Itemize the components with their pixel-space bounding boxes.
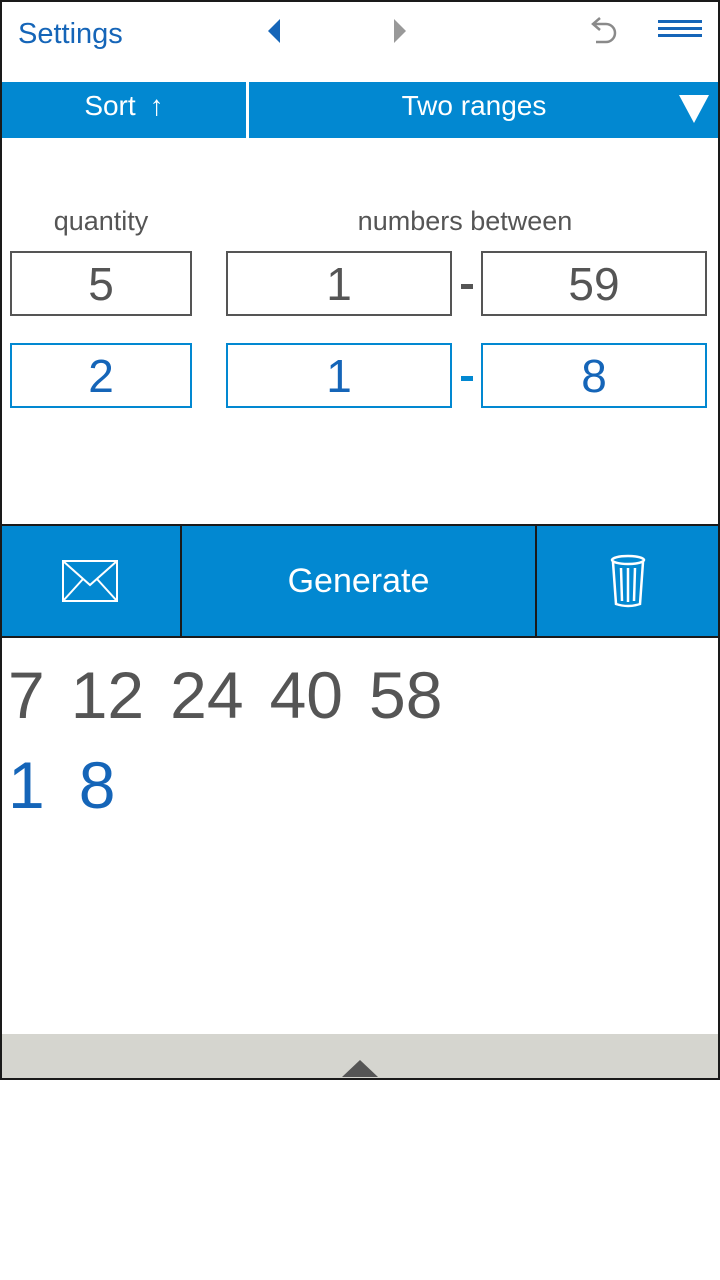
results-area: 7 12 24 40 58 1 8: [8, 654, 708, 826]
result-number: 58: [368, 658, 443, 732]
next-arrow-icon[interactable]: [390, 16, 410, 46]
generate-button[interactable]: Generate: [180, 526, 537, 636]
range-dash-1: [461, 284, 473, 289]
email-button[interactable]: [2, 526, 178, 636]
range-from-field-1[interactable]: 1: [226, 251, 452, 316]
range-to-field-1[interactable]: 59: [481, 251, 707, 316]
action-bar: Generate: [2, 524, 718, 638]
clear-button[interactable]: [537, 526, 718, 636]
sort-label: Sort: [84, 90, 136, 121]
dropdown-triangle-icon: [679, 95, 709, 123]
sort-arrow-icon: ↑: [149, 90, 164, 121]
app-screen: Settings Sort ↑ Two ranges quantity numb…: [0, 0, 720, 1080]
results-row-main: 7 12 24 40 58: [8, 654, 708, 736]
range-label: numbers between: [357, 206, 573, 236]
options-bar: Sort ↑ Two ranges: [2, 82, 718, 138]
result-number: 8: [78, 748, 116, 822]
result-number: 24: [170, 658, 244, 732]
result-number: 7: [8, 658, 45, 732]
quantity-field-1[interactable]: 5: [10, 251, 192, 316]
result-number: 12: [70, 658, 145, 732]
mode-label: Two ranges: [401, 90, 547, 121]
sort-button[interactable]: Sort ↑: [2, 82, 246, 138]
trash-icon: [610, 554, 645, 608]
previous-arrow-icon[interactable]: [264, 16, 284, 46]
bottom-drawer-handle[interactable]: [2, 1034, 718, 1078]
mode-dropdown[interactable]: Two ranges: [249, 82, 718, 138]
quantity-label: quantity: [53, 206, 149, 236]
expand-up-icon: [342, 1060, 378, 1077]
result-number: 1: [8, 748, 45, 822]
envelope-icon: [62, 560, 118, 602]
results-row-bonus: 1 8: [8, 744, 708, 826]
hamburger-menu-icon[interactable]: [656, 18, 704, 42]
range-dash-2: [461, 376, 473, 381]
quantity-field-2[interactable]: 2: [10, 343, 192, 408]
top-toolbar: Settings: [2, 2, 718, 82]
range-to-field-2[interactable]: 8: [481, 343, 707, 408]
settings-link[interactable]: Settings: [18, 18, 123, 51]
range-from-field-2[interactable]: 1: [226, 343, 452, 408]
result-number: 40: [269, 658, 343, 732]
undo-icon[interactable]: [586, 14, 620, 48]
